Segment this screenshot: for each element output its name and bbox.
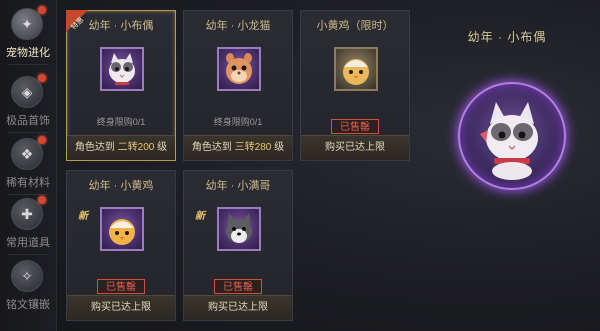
notification-dot bbox=[38, 6, 46, 14]
shop-item-card[interactable]: 幼年 · 小黄鸡 新 已售罄 购买已达上限 bbox=[66, 170, 176, 321]
sidebar-item-materials[interactable]: ❖ 稀有材料 bbox=[0, 132, 56, 194]
notification-dot bbox=[38, 74, 46, 82]
footer-prefix: 角色达到 bbox=[74, 142, 118, 153]
divider bbox=[8, 64, 48, 65]
shop-item-card[interactable]: 幼年 · 小龙猫 终身限购0/1 角色达到 三转280 级 bbox=[183, 10, 293, 161]
card-footer-status: 购买已达上限 bbox=[67, 295, 175, 320]
inscription-icon: ✧ bbox=[11, 260, 43, 292]
card-title: 幼年 · 小龙猫 bbox=[205, 20, 271, 32]
card-footer-requirement: 角色达到 二转200 级 bbox=[67, 135, 175, 160]
notification-dot bbox=[38, 196, 46, 204]
card-footer-requirement: 角色达到 三转280 级 bbox=[184, 135, 292, 160]
sidebar-item-label: 铭文镶嵌 bbox=[6, 299, 50, 311]
pet-portrait-husky-dog-icon bbox=[217, 207, 261, 251]
sold-out-badge: 已售罄 bbox=[214, 279, 262, 294]
sidebar-item-pet-evolution[interactable]: ✦ 宠物进化 bbox=[0, 2, 56, 64]
pet-portrait-chinchilla-icon bbox=[217, 47, 261, 91]
card-footer-status: 购买已达上限 bbox=[301, 135, 409, 160]
pet-portrait-ragdoll-cat-icon bbox=[100, 47, 144, 91]
new-badge: 新 bbox=[78, 211, 88, 222]
footer-level: 二转200 bbox=[117, 142, 155, 153]
sidebar: ✦ 宠物进化 ◈ 极品首饰 ❖ 稀有材料 ✚ 常用道具 ✧ 铭文镶嵌 bbox=[0, 0, 57, 331]
purchase-limit: 终身限购0/1 bbox=[213, 117, 263, 127]
footer-prefix: 角色达到 bbox=[191, 142, 235, 153]
card-title: 幼年 · 小满哥 bbox=[205, 180, 271, 192]
footer-suffix: 级 bbox=[154, 142, 168, 153]
pet-portrait-yellow-chick-icon bbox=[334, 47, 378, 91]
sidebar-item-inscription[interactable]: ✧ 铭文镶嵌 bbox=[0, 254, 56, 316]
shop-item-card[interactable]: 幼年 · 小满哥 新 已售罄 购买已达上限 bbox=[183, 170, 293, 321]
sidebar-item-jewelry[interactable]: ◈ 极品首饰 bbox=[0, 70, 56, 132]
card-footer-status: 购买已达上限 bbox=[184, 295, 292, 320]
sidebar-item-label: 极品首饰 bbox=[6, 115, 50, 127]
footer-level: 三转280 bbox=[234, 142, 272, 153]
sidebar-item-label: 宠物进化 bbox=[6, 47, 50, 59]
sold-out-badge: 已售罄 bbox=[97, 279, 145, 294]
sidebar-item-common-items[interactable]: ✚ 常用道具 bbox=[0, 192, 56, 254]
shop-item-card[interactable]: 小黄鸡（限时） 已售罄 购买已达上限 bbox=[300, 10, 410, 161]
pet-portrait-yellow-chick-icon bbox=[100, 207, 144, 251]
notification-dot bbox=[38, 136, 46, 144]
sidebar-item-label: 稀有材料 bbox=[6, 177, 50, 189]
shop-item-card[interactable]: 特惠 幼年 · 小布偶 终身限购0/1 角色达到 二转200 级 bbox=[66, 10, 176, 161]
card-title: 幼年 · 小黄鸡 bbox=[88, 180, 154, 192]
sidebar-item-label: 常用道具 bbox=[6, 237, 50, 249]
sold-out-badge: 已售罄 bbox=[331, 119, 379, 134]
new-badge: 新 bbox=[195, 211, 205, 222]
footer-suffix: 级 bbox=[271, 142, 285, 153]
preview-pet-ragdoll-cat-icon[interactable] bbox=[466, 94, 558, 182]
card-title: 幼年 · 小布偶 bbox=[88, 20, 154, 32]
preview-title: 幼年 · 小布偶 bbox=[467, 30, 547, 44]
card-title: 小黄鸡（限时） bbox=[316, 20, 394, 32]
purchase-limit: 终身限购0/1 bbox=[96, 117, 146, 127]
